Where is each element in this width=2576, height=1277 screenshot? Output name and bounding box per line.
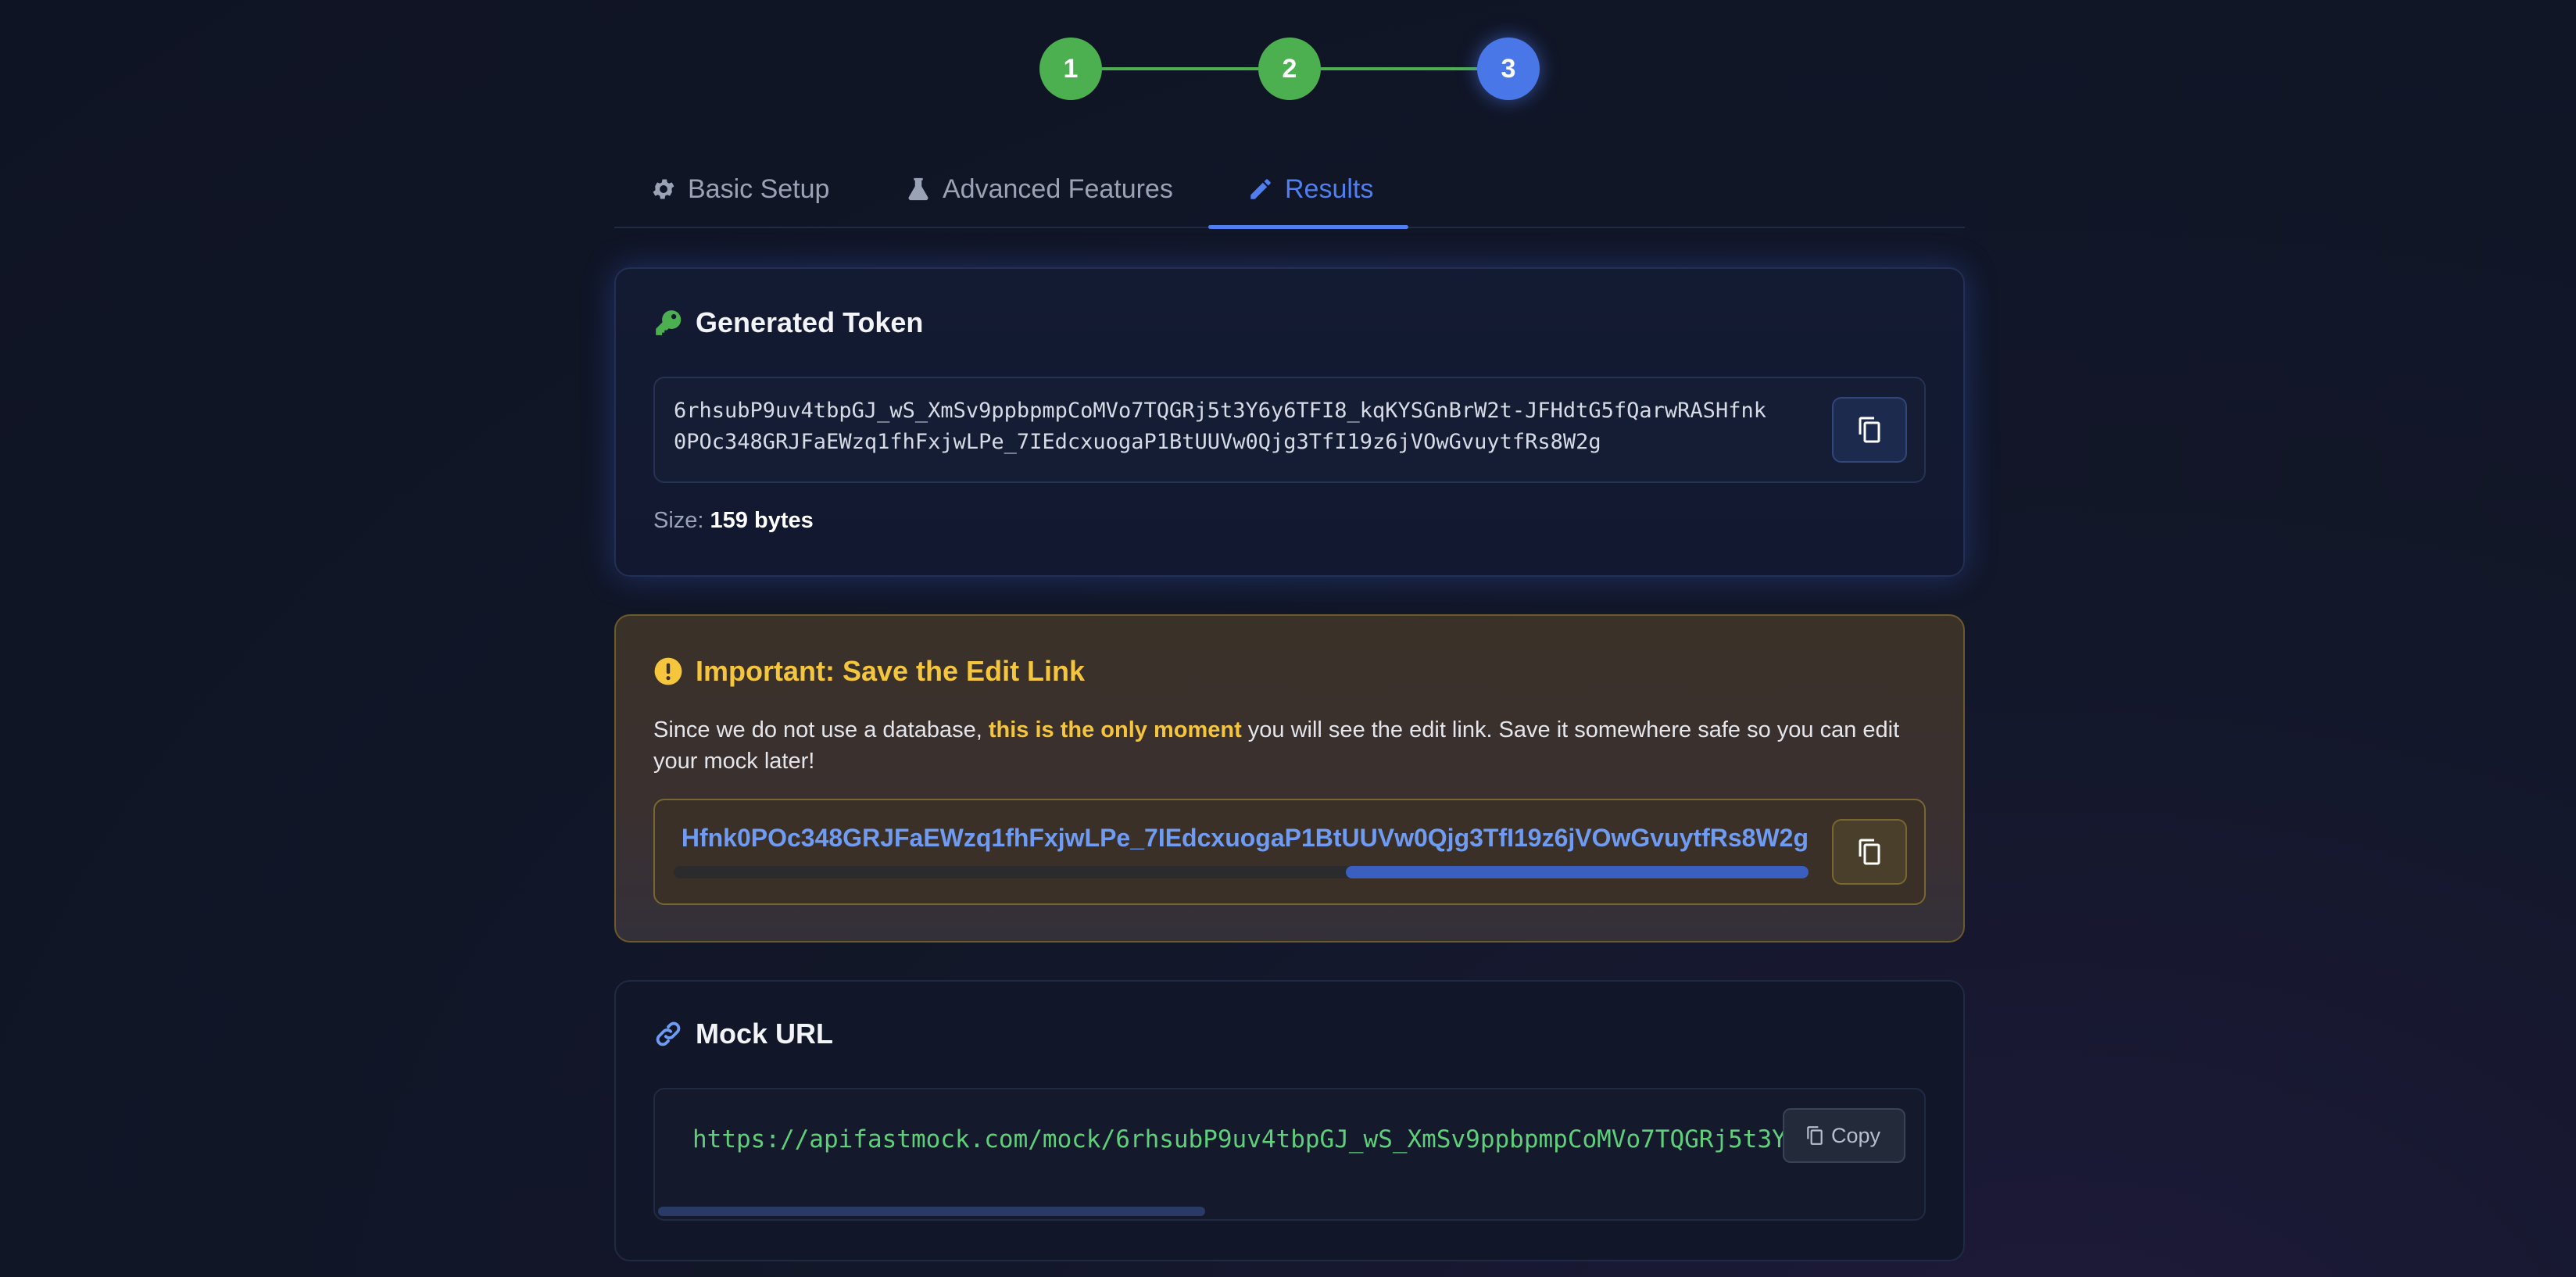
- copy-label: Copy: [1830, 1123, 1880, 1147]
- card-title: Important: Save the Edit Link: [696, 655, 1086, 687]
- card-header: Important: Save the Edit Link: [653, 655, 1085, 688]
- mock-url-value[interactable]: https://apifastmock.com/mock/6rhsubP9uv4…: [692, 1125, 1888, 1154]
- tab-advanced-features[interactable]: Advanced Features: [905, 150, 1173, 228]
- copy-icon: [1859, 839, 1880, 865]
- gear-icon: [653, 179, 674, 199]
- generated-token-card: Generated Token 6rhsubP9uv4tbpGJ_wS_XmSv…: [614, 267, 1965, 577]
- edit-link-viewport: Hfnk0POc348GRJFaEWzq1fhFxjwLPe_7IEdcxuog…: [674, 824, 1809, 858]
- warning-message: Since we do not use a database, this is …: [653, 714, 1927, 777]
- exclamation-icon: [654, 657, 682, 685]
- copy-token-button[interactable]: [1832, 397, 1907, 463]
- active-tab-indicator: [1208, 225, 1408, 229]
- copy-edit-link-button[interactable]: [1832, 819, 1907, 885]
- edit-link-value[interactable]: Hfnk0POc348GRJFaEWzq1fhFxjwLPe_7IEdcxuog…: [682, 824, 1809, 853]
- tab-label: Basic Setup: [688, 173, 830, 204]
- progress-stepper: 1 2 3: [0, 38, 2576, 100]
- tab-label: Results: [1285, 173, 1374, 204]
- card-header: Generated Token: [653, 306, 923, 339]
- step-1[interactable]: 1: [1039, 38, 1102, 100]
- card-title: Mock URL: [696, 1018, 834, 1050]
- edit-link-display: Hfnk0POc348GRJFaEWzq1fhFxjwLPe_7IEdcxuog…: [653, 799, 1926, 905]
- scrollbar-thumb[interactable]: [658, 1207, 1205, 1216]
- tab-label: Advanced Features: [943, 173, 1173, 204]
- mock-url-card: Mock URL https://apifastmock.com/mock/6r…: [614, 980, 1965, 1261]
- token-size: Size: 159 bytes: [653, 508, 814, 534]
- step-connector: [1321, 67, 1477, 70]
- mock-url-display: https://apifastmock.com/mock/6rhsubP9uv4…: [653, 1088, 1926, 1221]
- card-header: Mock URL: [653, 1018, 833, 1050]
- step-connector: [1102, 67, 1258, 70]
- copy-url-button[interactable]: Copy: [1782, 1108, 1905, 1163]
- warning-text-start: Since we do not use a database,: [653, 717, 989, 742]
- tab-basic-setup[interactable]: Basic Setup: [650, 150, 829, 228]
- token-line: 6rhsubP9uv4tbpGJ_wS_XmSv9ppbpmpCoMVo7TQG…: [674, 399, 1766, 423]
- tab-results[interactable]: Results: [1247, 150, 1373, 228]
- key-icon: [656, 310, 682, 335]
- size-value: 159 bytes: [710, 508, 814, 533]
- link-icon: [656, 1021, 681, 1046]
- step-2[interactable]: 2: [1258, 38, 1321, 100]
- copy-icon: [1859, 417, 1880, 443]
- token-line: 0POc348GRJFaEWzq1fhFxjwLPe_7IEdcxuogaP1B…: [674, 430, 1601, 454]
- pencil-icon: [1250, 179, 1271, 199]
- card-title: Generated Token: [696, 306, 924, 338]
- size-label: Size:: [653, 508, 704, 533]
- warning-highlight: this is the only moment: [988, 717, 1242, 742]
- mock-url-scrollbar[interactable]: [658, 1207, 1924, 1219]
- copy-icon: [1807, 1126, 1823, 1145]
- token-display: 6rhsubP9uv4tbpGJ_wS_XmSv9ppbpmpCoMVo7TQG…: [653, 377, 1926, 483]
- save-edit-link-card: Important: Save the Edit Link Since we d…: [614, 614, 1965, 943]
- tab-bar: Basic Setup Advanced Features Results: [614, 150, 1965, 229]
- flask-icon: [908, 177, 928, 201]
- step-3[interactable]: 3: [1477, 38, 1540, 100]
- token-value: 6rhsubP9uv4tbpGJ_wS_XmSv9ppbpmpCoMVo7TQG…: [674, 395, 1799, 458]
- edit-link-scrollbar[interactable]: [674, 866, 1809, 878]
- scrollbar-thumb[interactable]: [1346, 866, 1809, 878]
